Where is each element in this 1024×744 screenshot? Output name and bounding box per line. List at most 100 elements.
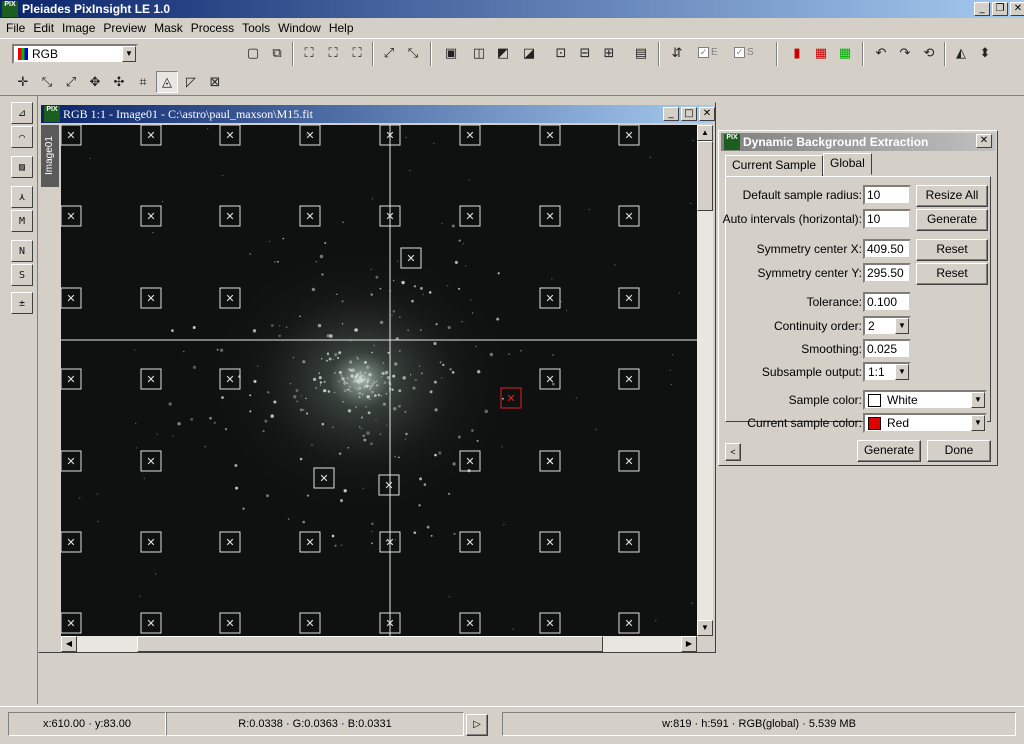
rgb-channels-icon[interactable]: ▦ — [810, 42, 832, 64]
deconvolution-icon[interactable]: ⋏ — [11, 186, 33, 208]
resize-all-button[interactable]: Resize All — [916, 185, 988, 207]
image-canvas[interactable]: ✕ ✕ ✕ ✕ ✕ ✕ ✕ ✕ ✕ ✕ ✕ ✕ ✕ ✕ ✕ ✕ ✕ ✕ ✕ ✕ ✕ ✕ ✕ ✕ ✕ ✕ ✕ ✕ ✕ ✕ ✕ ✕ ✕ ✕ ✕ ✕ ✕ ✕ ✕ ✕… — [61, 125, 697, 636]
mask-show-icon[interactable]: ▤ — [630, 42, 652, 64]
menu-tools[interactable]: Tools — [240, 19, 276, 37]
zoom-window-icon[interactable]: ⧉ — [266, 42, 288, 64]
image-window-titlebar[interactable]: PIX RGB 1:1 - Image01 - C:\astro\paul_ma… — [41, 105, 715, 123]
default-sample-radius-field[interactable]: 10 — [863, 185, 911, 205]
symmetry-y-field[interactable]: 295.50 — [863, 263, 911, 283]
minimize-button[interactable]: _ — [663, 107, 679, 121]
mask-new-icon[interactable]: ◫ — [468, 42, 490, 64]
noise-reduction-icon[interactable]: N — [11, 240, 33, 262]
crop-icon[interactable]: ⌗ — [132, 71, 154, 93]
image-window[interactable]: PIX RGB 1:1 - Image01 - C:\astro\paul_ma… — [38, 102, 716, 653]
mask-icon[interactable]: ▣ — [440, 42, 462, 64]
rotate-180-icon[interactable]: ⟲ — [918, 42, 940, 64]
rotate-left-icon[interactable]: ↶ — [870, 42, 892, 64]
subsample-select[interactable]: 1:1 ▼ — [863, 362, 911, 382]
menu-process[interactable]: Process — [189, 19, 240, 37]
reset-x-button[interactable]: Reset — [916, 239, 988, 261]
mask-tool-icon[interactable]: ▨ — [11, 156, 33, 178]
play-icon[interactable]: ▷ — [466, 714, 488, 736]
vertical-scroll-thumb[interactable] — [697, 141, 713, 211]
mask-copy-icon[interactable]: ⊟ — [574, 42, 596, 64]
tab-global[interactable]: Global — [823, 153, 872, 175]
edit-preview-icon[interactable]: ⊠ — [204, 71, 226, 93]
sharpen-icon[interactable]: S — [11, 264, 33, 286]
pixel-math-icon[interactable]: ± — [11, 292, 33, 314]
image-side-tab[interactable]: Image01 — [41, 125, 59, 187]
zoom-out-cursor-icon[interactable]: ⤢ — [60, 71, 82, 93]
menu-edit[interactable]: Edit — [31, 19, 60, 37]
horizontal-scrollbar[interactable]: ◀ ▶ — [61, 636, 697, 652]
process-icon[interactable]: ⇵ — [666, 42, 688, 64]
scroll-right-icon[interactable]: ▶ — [681, 636, 697, 652]
fit-window-icon[interactable]: ▢ — [242, 42, 264, 64]
dropdown-arrow-icon[interactable]: ▼ — [971, 415, 985, 431]
collapse-icon[interactable]: < — [725, 443, 741, 461]
continuity-select[interactable]: 2 ▼ — [863, 316, 911, 336]
vertical-scrollbar[interactable]: ▲ ▼ — [697, 125, 713, 636]
dropdown-arrow-icon[interactable]: ▼ — [895, 364, 909, 380]
zoom-in-icon[interactable]: ⤢ — [378, 42, 400, 64]
generate-samples-button[interactable]: Generate — [916, 209, 988, 231]
checkbox-s[interactable]: ✓ S — [734, 47, 754, 58]
mirror-vertical-icon[interactable]: ⬍ — [974, 42, 996, 64]
horizontal-scroll-thumb[interactable] — [137, 636, 603, 652]
rotate-right-icon[interactable]: ↷ — [894, 42, 916, 64]
center-icon[interactable]: ✣ — [108, 71, 130, 93]
menu-help[interactable]: Help — [327, 19, 360, 37]
color-channels-icon[interactable]: ▦ — [834, 42, 856, 64]
close-button[interactable]: ✕ — [699, 107, 715, 121]
mask-duplicate-icon[interactable]: ◪ — [518, 42, 540, 64]
mirror-horizontal-icon[interactable]: ◭ — [950, 42, 972, 64]
histogram-icon[interactable]: ▮ — [786, 42, 808, 64]
menu-image[interactable]: Image — [60, 19, 101, 37]
auto-intervals-field[interactable]: 10 — [863, 209, 911, 229]
color-mode-select[interactable]: RGB ▼ — [12, 44, 138, 64]
zoom-3-icon[interactable]: ⛶ — [346, 42, 368, 64]
scroll-down-icon[interactable]: ▼ — [697, 620, 713, 636]
mask-select-icon[interactable]: ◩ — [492, 42, 514, 64]
zoom-out-icon[interactable]: ⤡ — [402, 42, 424, 64]
zoom-2-icon[interactable]: ⛶ — [322, 42, 344, 64]
tab-current-sample[interactable]: Current Sample — [725, 155, 824, 177]
menu-file[interactable]: File — [4, 19, 31, 37]
restore-button[interactable]: ❐ — [992, 2, 1008, 16]
dbe-dialog[interactable]: PIX Dynamic Background Extraction ✕ Curr… — [718, 130, 998, 466]
mask-move-icon[interactable]: ⊡ — [550, 42, 572, 64]
scroll-left-icon[interactable]: ◀ — [61, 636, 77, 652]
dropdown-arrow-icon[interactable]: ▼ — [895, 318, 909, 334]
min-max-icon[interactable]: M — [11, 210, 33, 232]
dbe-titlebar[interactable]: PIX Dynamic Background Extraction ✕ — [721, 133, 995, 151]
m15-image-svg[interactable]: ✕ ✕ ✕ ✕ ✕ ✕ ✕ ✕ ✕ ✕ ✕ ✕ ✕ ✕ ✕ ✕ ✕ ✕ ✕ ✕ ✕ ✕ ✕ ✕ ✕ ✕ ✕ ✕ ✕ ✕ ✕ ✕ ✕ ✕ ✕ ✕ ✕ ✕ ✕ ✕… — [61, 125, 697, 636]
menu-mask[interactable]: Mask — [152, 19, 189, 37]
maximize-button[interactable]: □ — [681, 107, 697, 121]
new-preview-icon[interactable]: ◸ — [180, 71, 202, 93]
done-button[interactable]: Done — [927, 440, 991, 462]
reset-y-button[interactable]: Reset — [916, 263, 988, 285]
tolerance-field[interactable]: 0.100 — [863, 292, 911, 312]
menu-window[interactable]: Window — [276, 19, 327, 37]
readout-cursor-icon[interactable]: ✛ — [12, 71, 34, 93]
histogram-tool-icon[interactable]: ⊿ — [11, 102, 33, 124]
dropdown-arrow-icon[interactable]: ▼ — [122, 46, 136, 62]
close-button[interactable]: ✕ — [976, 134, 992, 148]
sample-color-select[interactable]: White ▼ — [863, 390, 987, 410]
zoom-1-icon[interactable]: ⛶ — [298, 42, 320, 64]
scroll-up-icon[interactable]: ▲ — [697, 125, 713, 141]
generate-button[interactable]: Generate — [857, 440, 921, 462]
dbe-tool-icon[interactable]: ◬ — [156, 71, 178, 93]
close-button[interactable]: ✕ — [1010, 2, 1024, 16]
pan-icon[interactable]: ✥ — [84, 71, 106, 93]
mask-invert-icon[interactable]: ⊞ — [598, 42, 620, 64]
zoom-in-cursor-icon[interactable]: ⤡ — [36, 71, 58, 93]
curves-tool-icon[interactable]: ⌒ — [11, 126, 33, 148]
symmetry-x-field[interactable]: 409.50 — [863, 239, 911, 259]
minimize-button[interactable]: _ — [974, 2, 990, 16]
current-sample-color-select[interactable]: Red ▼ — [863, 413, 987, 433]
dropdown-arrow-icon[interactable]: ▼ — [971, 392, 985, 408]
checkbox-e[interactable]: ✓ E — [698, 47, 718, 58]
smoothing-field[interactable]: 0.025 — [863, 339, 911, 359]
menu-preview[interactable]: Preview — [101, 19, 152, 37]
